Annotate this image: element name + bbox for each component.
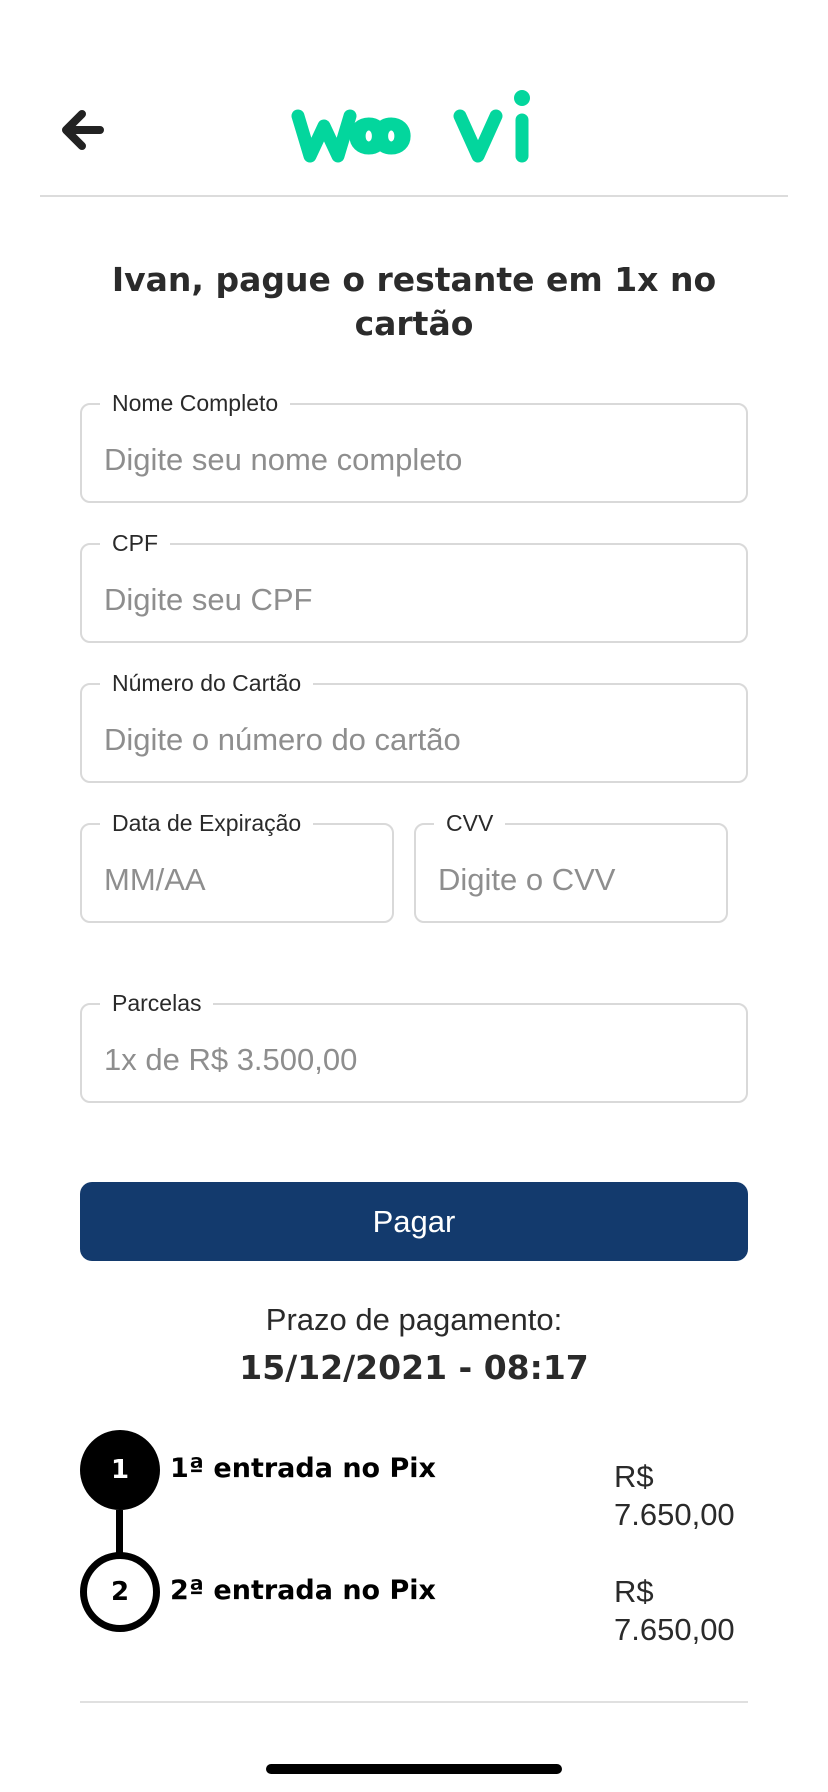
- step-1-amount: R$ 7.650,00: [614, 1458, 735, 1534]
- expiry-date-input[interactable]: [82, 825, 392, 921]
- header: [0, 0, 828, 197]
- full-name-input[interactable]: [82, 405, 746, 501]
- back-button[interactable]: [56, 104, 108, 156]
- step-2-circle: 2: [80, 1552, 160, 1632]
- full-name-label: Nome Completo: [100, 389, 291, 417]
- cpf-label: CPF: [100, 529, 170, 557]
- step-1-value: 7.650,00: [614, 1497, 735, 1532]
- step-2-value: 7.650,00: [614, 1612, 735, 1647]
- expiry-date-label: Data de Expiração: [100, 809, 314, 837]
- card-number-field[interactable]: Número do Cartão: [80, 669, 748, 783]
- cvv-input[interactable]: [416, 825, 726, 921]
- cpf-field[interactable]: CPF: [80, 529, 748, 643]
- deadline-value: 15/12/2021 - 08:17: [239, 1348, 589, 1387]
- card-number-label: Número do Cartão: [100, 669, 314, 697]
- step-2-amount: R$ 7.650,00: [614, 1573, 735, 1649]
- bottom-divider: [80, 1701, 748, 1703]
- expiry-date-field[interactable]: Data de Expiração: [80, 809, 394, 923]
- installments-label: Parcelas: [100, 989, 214, 1017]
- pay-button[interactable]: Pagar: [80, 1182, 748, 1261]
- card-number-input[interactable]: [82, 685, 746, 781]
- cvv-label: CVV: [434, 809, 506, 837]
- page-title: Ivan, pague o restante em 1x no cartão: [111, 260, 717, 343]
- step-1-circle: 1: [80, 1430, 160, 1510]
- step-1-title: 1ª entrada no Pix: [170, 1453, 436, 1484]
- step-1-currency: R$: [614, 1459, 654, 1494]
- step-2-title: 2ª entrada no Pix: [170, 1575, 436, 1606]
- woovi-logo: [291, 90, 530, 163]
- step-2-currency: R$: [614, 1574, 654, 1609]
- installments-field[interactable]: Parcelas: [80, 989, 748, 1103]
- arrow-left-icon: [62, 110, 104, 150]
- home-indicator[interactable]: [266, 1764, 562, 1774]
- installments-select[interactable]: [82, 1005, 746, 1101]
- deadline-label: Prazo de pagamento:: [265, 1302, 563, 1337]
- cvv-field[interactable]: CVV: [414, 809, 728, 923]
- header-divider: [40, 195, 788, 197]
- full-name-field[interactable]: Nome Completo: [80, 389, 748, 503]
- cpf-input[interactable]: [82, 545, 746, 641]
